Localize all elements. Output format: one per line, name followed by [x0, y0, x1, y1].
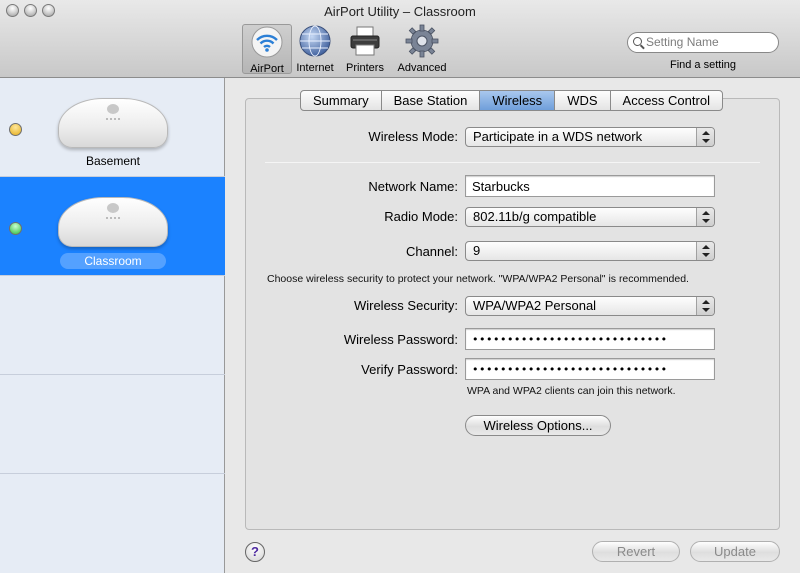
wireless-mode-popup[interactable]: Participate in a WDS network — [465, 127, 715, 147]
tab-wds[interactable]: WDS — [555, 91, 611, 110]
revert-button[interactable]: Revert — [592, 541, 680, 562]
radio-mode-value: 802.11b/g compatible — [473, 209, 597, 224]
toolbar-internet-button[interactable]: Internet — [290, 24, 340, 74]
verify-password-label: Verify Password: — [361, 362, 458, 377]
channel-value: 9 — [473, 243, 481, 258]
channel-label: Channel: — [405, 244, 458, 259]
device-sidebar: Basement Classroom — [0, 78, 225, 573]
status-light-icon — [9, 222, 22, 235]
tab-wireless[interactable]: Wireless — [480, 91, 556, 110]
tab-summary[interactable]: Summary — [301, 91, 382, 110]
settings-tabs: Summary Base Station Wireless WDS Access… — [300, 90, 723, 111]
wireless-password-label: Wireless Password: — [343, 332, 458, 347]
wireless-password-field[interactable] — [465, 328, 715, 350]
network-name-label: Network Name: — [368, 179, 458, 194]
globe-icon — [298, 24, 332, 58]
setting-search-input[interactable] — [646, 35, 771, 49]
airport-wifi-icon — [250, 25, 284, 59]
network-name-field[interactable] — [465, 175, 715, 197]
find-setting-label: Find a setting — [669, 59, 737, 71]
toolbar-advanced-label: Advanced — [397, 62, 447, 74]
security-recommendation-note: Choose wireless security to protect your… — [267, 273, 689, 285]
wireless-security-label: Wireless Security: — [353, 298, 458, 313]
radio-mode-label: Radio Mode: — [384, 209, 458, 224]
toolbar-airport-button[interactable]: AirPort — [242, 24, 292, 75]
toolbar-advanced-button[interactable]: Advanced — [397, 24, 447, 74]
airport-base-station-icon — [58, 98, 168, 148]
popup-arrows-icon — [696, 242, 714, 260]
clients-join-note: WPA and WPA2 clients can join this netwo… — [467, 385, 676, 397]
wireless-password-input[interactable] — [466, 329, 714, 349]
sidebar-device-label: Classroom — [60, 253, 166, 269]
wireless-mode-label: Wireless Mode: — [368, 129, 458, 144]
wireless-security-value: WPA/WPA2 Personal — [473, 298, 597, 313]
popup-arrows-icon — [696, 128, 714, 146]
tab-access-control[interactable]: Access Control — [611, 91, 722, 110]
sidebar-device-classroom[interactable]: Classroom — [0, 177, 225, 276]
verify-password-field[interactable] — [465, 358, 715, 380]
network-name-input[interactable] — [466, 176, 714, 196]
airport-base-station-icon — [58, 197, 168, 247]
printer-icon — [348, 24, 382, 58]
wireless-mode-value: Participate in a WDS network — [473, 129, 643, 144]
sidebar-device-label: Basement — [85, 154, 141, 168]
status-light-icon — [9, 123, 22, 136]
toolbar-airport-label: AirPort — [250, 63, 284, 75]
gear-icon — [405, 24, 439, 58]
tab-base-station[interactable]: Base Station — [382, 91, 481, 110]
section-divider — [265, 162, 760, 163]
toolbar-printers-label: Printers — [346, 62, 384, 74]
toolbar-printers-button[interactable]: Printers — [340, 24, 390, 74]
sidebar-empty-slot — [0, 375, 225, 474]
verify-password-input[interactable] — [466, 359, 714, 379]
sidebar-device-basement[interactable]: Basement — [0, 78, 225, 177]
update-button[interactable]: Update — [690, 541, 780, 562]
help-button[interactable]: ? — [245, 542, 265, 562]
search-icon — [633, 37, 642, 46]
popup-arrows-icon — [696, 297, 714, 315]
sidebar-empty-slot — [0, 276, 225, 375]
wireless-security-popup[interactable]: WPA/WPA2 Personal — [465, 296, 715, 316]
window-toolbar: AirPort Utility – Classroom AirPort Inte… — [0, 0, 800, 78]
popup-arrows-icon — [696, 208, 714, 226]
toolbar-internet-label: Internet — [296, 62, 334, 74]
wireless-options-button[interactable]: Wireless Options... — [465, 415, 611, 436]
window-title: AirPort Utility – Classroom — [324, 4, 476, 19]
channel-popup[interactable]: 9 — [465, 241, 715, 261]
radio-mode-popup[interactable]: 802.11b/g compatible — [465, 207, 715, 227]
setting-search-field[interactable] — [627, 32, 779, 53]
